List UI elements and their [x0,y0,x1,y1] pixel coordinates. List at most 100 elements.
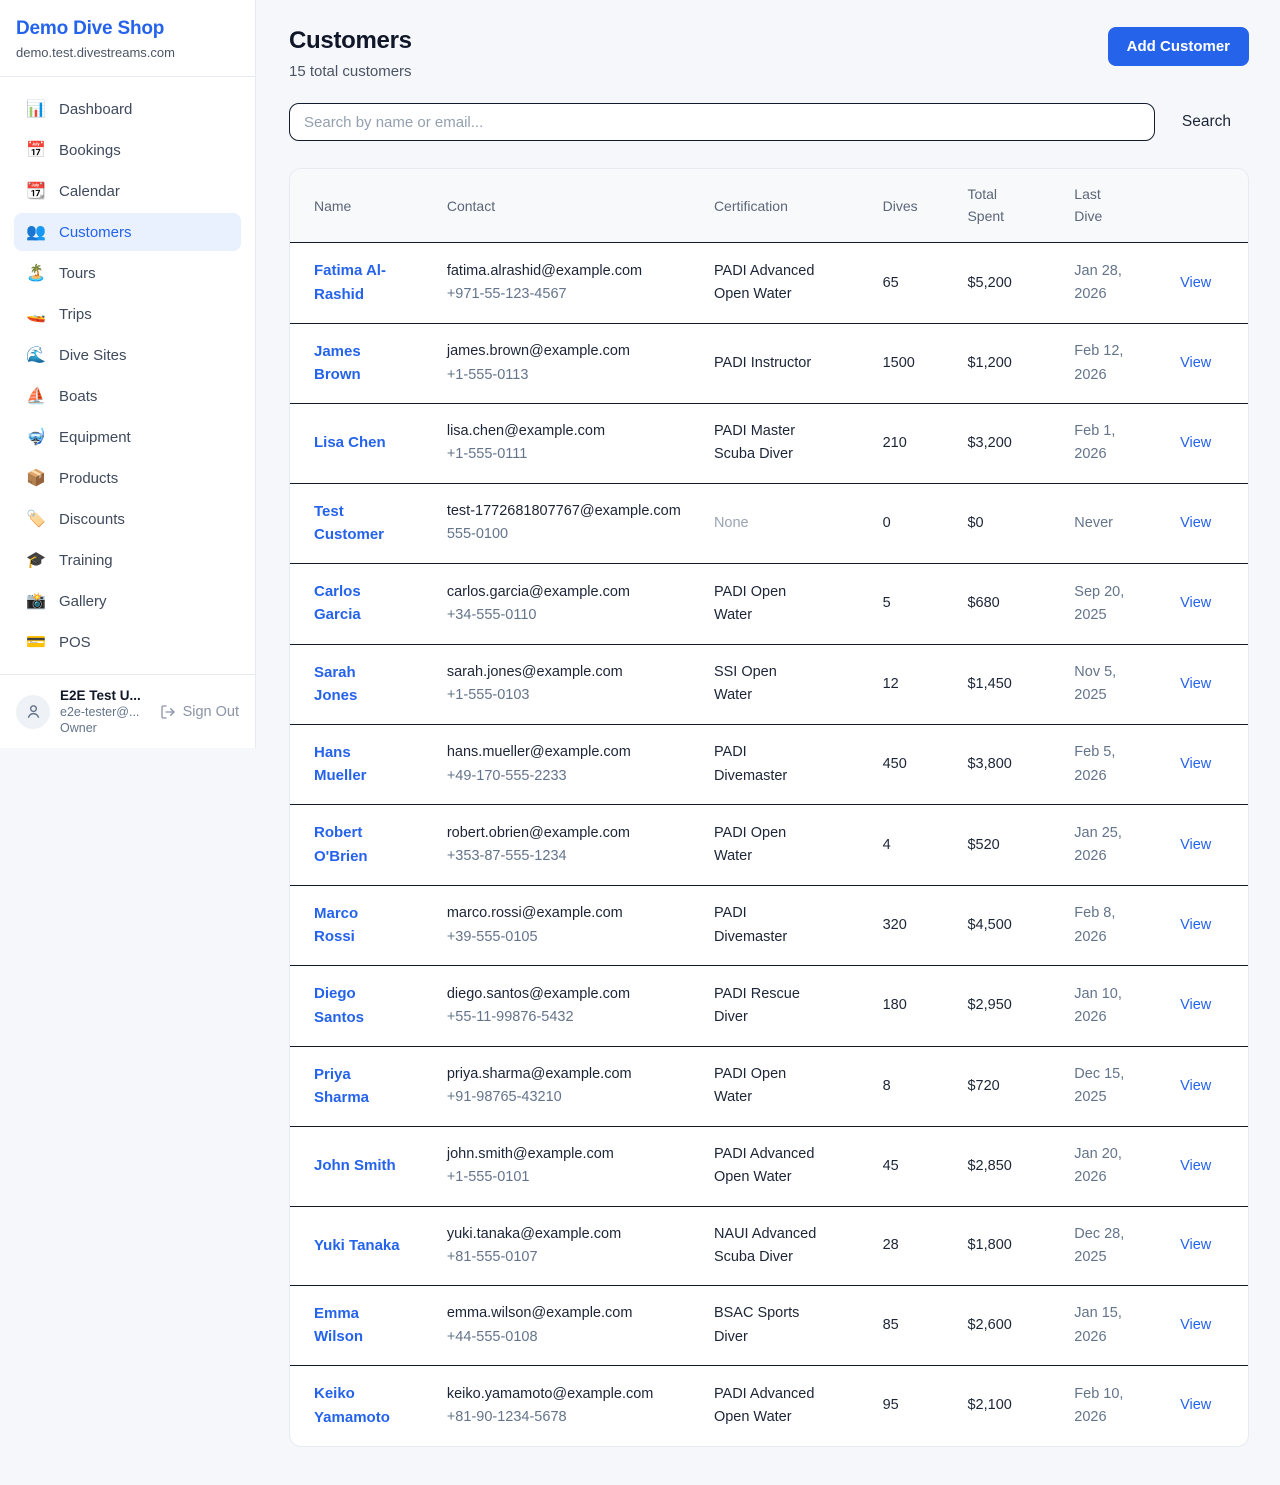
view-customer-link[interactable]: View [1180,435,1211,451]
view-customer-link[interactable]: View [1180,275,1211,291]
view-customer-link[interactable]: View [1180,1158,1211,1174]
sidebar-item-products[interactable]: 📦Products [14,459,241,497]
page-title: Customers [289,27,412,55]
dive-sites-wave-icon: 🌊 [26,345,46,365]
customer-name-link[interactable]: Robert O'Brien [314,821,400,868]
sidebar-item-gallery[interactable]: 📸Gallery [14,582,241,620]
customer-name-link[interactable]: Fatima Al-Rashid [314,259,400,306]
tours-island-icon: 🏝️ [26,263,46,283]
customer-email: emma.wilson@example.com [447,1302,690,1325]
customer-total-spent: $2,100 [955,1366,1062,1446]
customer-name-link[interactable]: Marco Rossi [314,902,400,949]
customer-name-link[interactable]: Emma Wilson [314,1302,400,1349]
sidebar-item-discounts[interactable]: 🏷️Discounts [14,500,241,538]
view-customer-link[interactable]: View [1180,1317,1211,1333]
customer-name-link[interactable]: Test Customer [314,500,400,547]
customer-name-link[interactable]: Carlos Garcia [314,580,400,627]
customer-last-dive: Dec 28, 2025 [1074,1223,1138,1269]
sidebar-item-calendar[interactable]: 📆Calendar [14,172,241,210]
table-row: Priya Sharmapriya.sharma@example.com+91-… [290,1046,1248,1126]
view-customer-link[interactable]: View [1180,756,1211,772]
sidebar-item-equipment[interactable]: 🤿Equipment [14,418,241,456]
table-row: Keiko Yamamotokeiko.yamamoto@example.com… [290,1366,1248,1446]
sidebar-item-customers[interactable]: 👥Customers [14,213,241,251]
customer-email: marco.rossi@example.com [447,902,690,925]
sidebar-item-trips[interactable]: 🚤Trips [14,295,241,333]
customer-dives: 85 [871,1285,956,1365]
view-customer-link[interactable]: View [1180,676,1211,692]
customer-name-link[interactable]: John Smith [314,1154,396,1177]
customer-certification: PADI Advanced Open Water [714,260,818,306]
view-customer-link[interactable]: View [1180,917,1211,933]
table-row: Emma Wilsonemma.wilson@example.com+44-55… [290,1285,1248,1365]
column-header-certification: Certification [702,169,871,243]
search-input[interactable] [289,103,1155,141]
view-customer-link[interactable]: View [1180,837,1211,853]
view-customer-link[interactable]: View [1180,355,1211,371]
customer-dives: 210 [871,404,956,483]
sidebar-item-label: Dashboard [59,101,132,118]
customer-email: robert.obrien@example.com [447,822,690,845]
sidebar-item-bookings[interactable]: 📅Bookings [14,131,241,169]
customer-total-spent: $3,200 [955,404,1062,483]
table-row: Carlos Garciacarlos.garcia@example.com+3… [290,564,1248,644]
equipment-mask-icon: 🤿 [26,427,46,447]
customer-phone: +1-555-0101 [447,1166,690,1189]
column-header-actions [1168,169,1248,243]
customer-name-link[interactable]: Lisa Chen [314,431,386,454]
customer-email: sarah.jones@example.com [447,661,690,684]
customer-phone: +55-11-99876-5432 [447,1006,690,1029]
customer-total-spent: $1,450 [955,644,1062,724]
sidebar-item-pos[interactable]: 💳POS [14,623,241,661]
sidebar-item-label: Dive Sites [59,347,127,364]
customer-phone: +34-555-0110 [447,604,690,627]
customer-total-spent: $2,600 [955,1285,1062,1365]
add-customer-button[interactable]: Add Customer [1108,27,1249,66]
view-customer-link[interactable]: View [1180,1078,1211,1094]
avatar [16,695,50,729]
customers-table-card: NameContactCertificationDivesTotal Spent… [289,168,1249,1447]
customer-name-link[interactable]: Keiko Yamamoto [314,1382,400,1429]
search-button[interactable]: Search [1182,113,1231,131]
customer-last-dive: Feb 10, 2026 [1074,1383,1138,1429]
shop-domain: demo.test.divestreams.com [16,45,239,60]
view-customer-link[interactable]: View [1180,595,1211,611]
customer-name-link[interactable]: Yuki Tanaka [314,1234,400,1257]
customer-last-dive: Jan 25, 2026 [1074,822,1138,868]
page-subtitle: 15 total customers [289,63,412,80]
view-customer-link[interactable]: View [1180,997,1211,1013]
view-customer-link[interactable]: View [1180,1237,1211,1253]
customer-name-link[interactable]: Sarah Jones [314,661,400,708]
customer-last-dive: Jan 15, 2026 [1074,1302,1138,1348]
customer-dives: 95 [871,1366,956,1446]
customer-certification: PADI Divemaster [714,741,818,787]
customer-name-link[interactable]: Hans Mueller [314,741,400,788]
sign-out-button[interactable]: Sign Out [160,704,239,720]
sidebar-item-dashboard[interactable]: 📊Dashboard [14,90,241,128]
sidebar-item-dive-sites[interactable]: 🌊 Dive Sites [14,336,241,374]
view-customer-link[interactable]: View [1180,515,1211,531]
customer-name-link[interactable]: James Brown [314,340,400,387]
customer-total-spent: $2,950 [955,966,1062,1046]
table-row: John Smithjohn.smith@example.com+1-555-0… [290,1127,1248,1206]
customer-certification: PADI Rescue Diver [714,983,818,1029]
customer-total-spent: $3,800 [955,724,1062,804]
customer-email: hans.mueller@example.com [447,741,690,764]
trips-boat-icon: 🚤 [26,304,46,324]
customer-total-spent: $2,850 [955,1127,1062,1206]
user-info: E2E Test U... e2e-tester@... Owner [60,688,141,735]
customer-name-link[interactable]: Diego Santos [314,982,400,1029]
customer-email: yuki.tanaka@example.com [447,1223,690,1246]
customer-phone: +353-87-555-1234 [447,845,690,868]
sidebar-item-training[interactable]: 🎓Training [14,541,241,579]
sidebar-item-label: Discounts [59,511,125,528]
view-customer-link[interactable]: View [1180,1397,1211,1413]
customer-last-dive: Sep 20, 2025 [1074,581,1138,627]
sidebar-item-tours[interactable]: 🏝️Tours [14,254,241,292]
customer-certification: NAUI Advanced Scuba Diver [714,1223,818,1269]
customers-table: NameContactCertificationDivesTotal Spent… [290,169,1248,1446]
customer-name-link[interactable]: Priya Sharma [314,1063,400,1110]
sidebar-item-boats[interactable]: ⛵Boats [14,377,241,415]
customer-total-spent: $5,200 [955,243,1062,323]
customer-total-spent: $0 [955,483,1062,563]
